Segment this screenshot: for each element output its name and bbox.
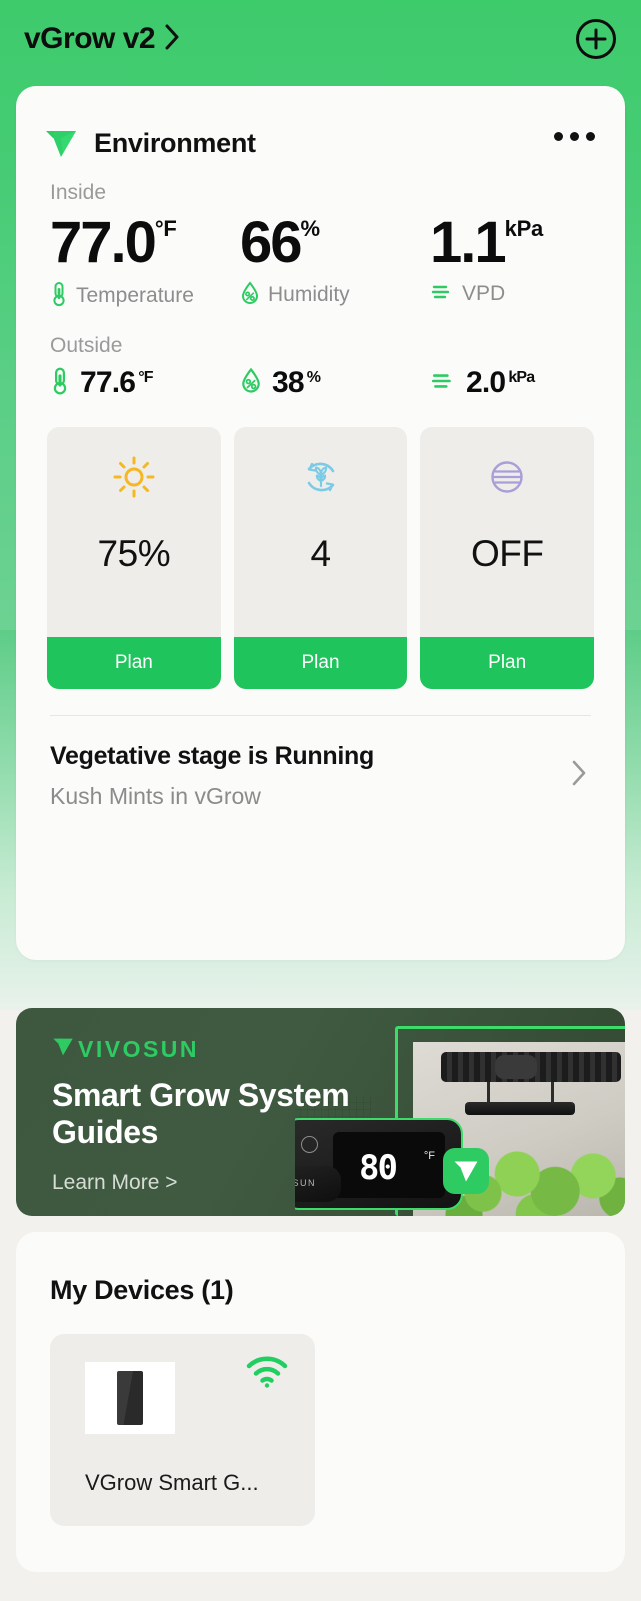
outside-vpd-value-group: 2.0 kPa <box>466 366 535 400</box>
promo-banner-cta[interactable]: Learn More > <box>52 1171 412 1195</box>
vivosun-v-logo <box>52 1037 74 1062</box>
device-name: VGrow Smart G... <box>85 1470 259 1495</box>
more-options-icon[interactable] <box>554 132 595 141</box>
outside-vpd-value: 2.0 <box>466 366 506 400</box>
inside-temperature-value: 77.0 <box>50 210 157 275</box>
inside-temperature-label: Temperature <box>76 284 194 308</box>
promo-banner[interactable]: 80 °F VIVOSUN VIVOSUN Smart Grow System … <box>16 1008 625 1216</box>
promo-banner-text: VIVOSUN Smart Grow System Guides Learn M… <box>52 1036 412 1195</box>
header-title-group[interactable]: vGrow v2 <box>24 22 180 56</box>
sun-light-icon <box>111 453 157 501</box>
control-tile-light-body: 75% <box>47 427 221 637</box>
chevron-right-icon[interactable] <box>571 759 587 792</box>
vpd-waves-icon <box>430 369 456 398</box>
environment-card: Environment Inside 77.0 °F Temperature 6… <box>16 86 625 960</box>
inside-humidity-unit: % <box>300 216 321 241</box>
outside-humidity-unit: % <box>306 369 321 387</box>
inside-vpd-value-group: 1.1 kPa <box>430 211 620 275</box>
thermometer-icon <box>50 281 68 312</box>
humidity-droplet-icon <box>240 367 262 399</box>
control-tile-heater-plan-button[interactable]: Plan <box>420 636 595 689</box>
grow-stage-row[interactable]: Vegetative stage is Running Kush Mints i… <box>16 716 625 810</box>
device-control-tiles: 75% Plan 4 Plan OFF Plan <box>16 401 625 689</box>
outside-temperature-value: 77.6 <box>80 366 136 400</box>
outside-temperature-unit: °F <box>138 369 153 387</box>
chevron-right-icon[interactable] <box>165 24 180 55</box>
inside-vpd-label: VPD <box>462 282 506 306</box>
inline-fan-icon <box>495 1055 537 1079</box>
inside-metric-temperature[interactable]: 77.0 °F Temperature <box>50 211 240 312</box>
control-tile-heater-value: OFF <box>470 532 544 574</box>
my-devices-title: My Devices (1) <box>50 1275 234 1305</box>
inside-metric-vpd[interactable]: 1.1 kPa VPD <box>430 211 620 312</box>
inside-metrics-row: 77.0 °F Temperature 66% Humidity 1.1 kPa… <box>16 205 625 312</box>
control-tile-fan[interactable]: 4 Plan <box>233 426 408 689</box>
environment-header: Environment <box>16 86 625 159</box>
outside-metrics-row: 77.6 °F 38% 2.0 kPa <box>16 358 625 401</box>
lamp-rod-left <box>487 1082 490 1104</box>
humidity-droplet-icon <box>240 281 260 310</box>
inside-temperature-value-group: 77.0 °F <box>50 211 240 275</box>
grow-stage-subtitle: Kush Mints in vGrow <box>50 782 261 809</box>
inside-vpd-label-group: VPD <box>430 281 620 308</box>
outside-metric-vpd[interactable]: 2.0 kPa <box>430 366 620 401</box>
wifi-icon <box>245 1356 289 1393</box>
control-tile-fan-plan-button[interactable]: Plan <box>233 636 408 689</box>
control-tile-heater[interactable]: OFF Plan <box>420 426 595 689</box>
inside-humidity-value: 66 <box>240 210 302 275</box>
control-tile-fan-value: 4 <box>310 532 331 574</box>
inside-temperature-unit: °F <box>154 216 177 241</box>
control-tile-fan-body: 4 <box>234 427 408 637</box>
promo-banner-headline: Smart Grow System Guides <box>52 1077 350 1151</box>
thermometer-icon <box>50 366 70 401</box>
app-header: vGrow v2 <box>0 0 641 78</box>
inside-metric-humidity[interactable]: 66% Humidity <box>240 211 430 312</box>
my-devices-card: My Devices (1) VGrow Smart G... <box>16 1232 625 1572</box>
inside-temperature-label-group: Temperature <box>50 281 240 312</box>
outside-humidity-value: 38 <box>272 366 305 400</box>
outside-temperature-value-group: 77.6 °F <box>80 366 154 400</box>
lamp-rod-right <box>551 1082 554 1104</box>
vivosun-badge-icon <box>443 1148 489 1194</box>
inside-section-label: Inside <box>50 181 107 204</box>
vivosun-v-logo <box>44 129 78 159</box>
outside-vpd-unit: kPa <box>508 369 535 387</box>
plus-circle-icon[interactable] <box>575 18 617 60</box>
control-tile-light[interactable]: 75% Plan <box>47 426 221 689</box>
inside-humidity-value-group: 66% <box>240 211 430 275</box>
controller-display-unit: °F <box>423 1150 435 1162</box>
inside-vpd-value: 1.1 <box>430 210 507 275</box>
vivosun-brand-lockup: VIVOSUN <box>52 1036 412 1063</box>
grow-box-icon <box>85 1362 175 1434</box>
outside-metric-temperature[interactable]: 77.6 °F <box>50 366 240 401</box>
vivosun-wordmark: VIVOSUN <box>78 1036 200 1062</box>
outside-humidity-value-group: 38% <box>272 366 321 400</box>
grow-stage-title: Vegetative stage is Running <box>50 741 374 770</box>
outside-section-label: Outside <box>50 333 123 357</box>
environment-title: Environment <box>94 128 256 158</box>
grow-lamp-icon <box>465 1102 575 1115</box>
grow-box-shape <box>117 1371 143 1425</box>
heater-lines-circle-icon <box>486 453 528 501</box>
page-title: vGrow v2 <box>24 22 156 55</box>
grow-stage-text-group: Vegetative stage is Running Kush Mints i… <box>50 742 374 810</box>
outside-metric-humidity[interactable]: 38% <box>240 366 430 401</box>
inside-humidity-label-group: Humidity <box>240 281 430 310</box>
vpd-waves-icon <box>430 281 454 308</box>
inside-humidity-label: Humidity <box>268 283 350 307</box>
device-card[interactable]: VGrow Smart G... <box>50 1334 315 1526</box>
inside-vpd-unit: kPa <box>504 216 544 241</box>
control-tile-light-value: 75% <box>97 532 171 574</box>
circulation-leaf-icon <box>299 453 343 501</box>
control-tile-heater-body: OFF <box>420 427 594 637</box>
control-tile-light-plan-button[interactable]: Plan <box>47 636 221 689</box>
